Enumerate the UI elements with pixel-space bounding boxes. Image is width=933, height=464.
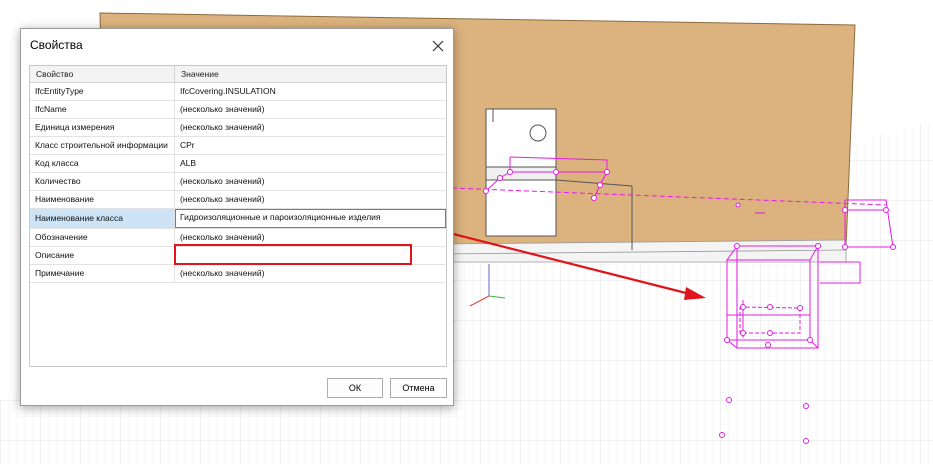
property-value: CPr	[180, 140, 195, 150]
grid-header: Свойство Значение	[30, 66, 446, 83]
property-name: Описание	[30, 247, 175, 264]
property-value-editor[interactable]: Гидроизоляционные и пароизоляционные изд…	[175, 209, 446, 228]
property-name: Код класса	[30, 155, 175, 172]
property-value: IfcCovering.INSULATION	[180, 86, 276, 96]
property-value: (несколько значений)	[180, 122, 265, 132]
property-name: Количество	[30, 173, 175, 190]
property-name: Единица измерения	[30, 119, 175, 136]
dialog-titlebar[interactable]: Свойства	[21, 29, 453, 61]
property-row[interactable]: IfcEntityType IfcCovering.INSULATION	[30, 83, 446, 101]
property-value: (несколько значений)	[180, 176, 265, 186]
ok-button[interactable]: ОК	[327, 378, 383, 398]
property-name: Класс строительной информации	[30, 137, 175, 154]
close-icon	[432, 40, 444, 52]
property-name: Наименование класса	[30, 209, 175, 228]
property-row[interactable]: Единица измерения (несколько значений)	[30, 119, 446, 137]
property-name: Примечание	[30, 265, 175, 282]
close-button[interactable]	[429, 37, 447, 55]
property-row[interactable]: Наименование (несколько значений)	[30, 191, 446, 209]
dialog-title: Свойства	[30, 38, 83, 52]
property-value: (несколько значений)	[180, 104, 265, 114]
property-row[interactable]: Класс строительной информации CPr	[30, 137, 446, 155]
property-value	[175, 247, 446, 264]
property-row[interactable]: Обозначение (несколько значений)	[30, 229, 446, 247]
column-header-value[interactable]: Значение	[175, 66, 446, 82]
property-row[interactable]: Код класса ALB	[30, 155, 446, 173]
property-name: Обозначение	[30, 229, 175, 246]
property-value: (несколько значений)	[180, 232, 265, 242]
property-row[interactable]: IfcName (несколько значений)	[30, 101, 446, 119]
property-name: Наименование	[30, 191, 175, 208]
cancel-button[interactable]: Отмена	[390, 378, 447, 398]
property-value: (несколько значений)	[180, 268, 265, 278]
property-name: IfcName	[30, 101, 175, 118]
properties-dialog: Свойства Свойство Значение IfcEntityType…	[20, 28, 454, 406]
property-row[interactable]: Описание	[30, 247, 446, 265]
property-row[interactable]: Количество (несколько значений)	[30, 173, 446, 191]
base-slab	[439, 239, 847, 263]
property-row[interactable]: Примечание (несколько значений)	[30, 265, 446, 283]
column-header-property[interactable]: Свойство	[30, 66, 175, 82]
property-value: ALB	[180, 158, 197, 168]
property-row-selected[interactable]: Наименование класса Гидроизоляционные и …	[30, 209, 446, 229]
property-value: (несколько значений)	[180, 194, 265, 204]
property-grid[interactable]: Свойство Значение IfcEntityType IfcCover…	[29, 65, 447, 367]
property-name: IfcEntityType	[30, 83, 175, 100]
